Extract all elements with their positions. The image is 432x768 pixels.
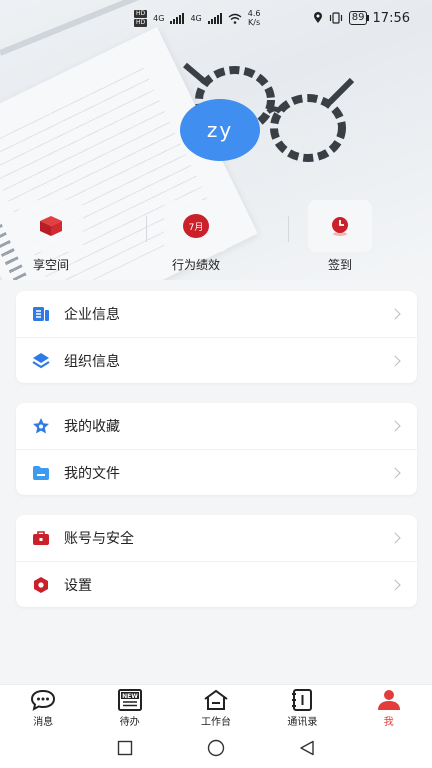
menu-item-org-info[interactable]: 组织信息 <box>16 337 417 383</box>
menu-card-organization: 企业信息 组织信息 <box>16 291 417 383</box>
nav-me[interactable]: 我 <box>354 689 424 728</box>
status-bar: HD HD 4G 4G 4.6 K/s 89 17:56 <box>0 0 432 36</box>
star-icon <box>33 418 49 434</box>
chevron-right-icon <box>389 420 401 432</box>
nav-label: 待办 <box>119 717 140 728</box>
wifi-icon <box>228 13 242 24</box>
nav-label: 通讯录 <box>287 717 318 728</box>
chevron-right-icon <box>389 308 401 320</box>
quick-action-label: 签到 <box>327 258 352 272</box>
chevron-right-icon <box>389 466 401 479</box>
clock-pin-icon <box>332 217 348 236</box>
quick-actions: 享空间 7月 行为绩效 签到 <box>0 200 432 276</box>
menu-card-account: 账号与安全 设置 <box>16 515 417 607</box>
menu-item-settings[interactable]: 设置 <box>16 561 417 607</box>
layers-icon <box>32 352 50 368</box>
signal-icon <box>170 12 185 24</box>
nav-contacts[interactable]: 通讯录 <box>267 689 337 728</box>
menu-item-label: 企业信息 <box>64 307 120 323</box>
avatar[interactable]: zy <box>180 99 260 161</box>
nav-label: 工作台 <box>200 717 231 728</box>
nav-messages[interactable]: 消息 <box>8 689 78 728</box>
nav-label: 消息 <box>33 717 54 728</box>
menu-item-company-info[interactable]: 企业信息 <box>16 291 417 337</box>
nav-todo[interactable]: NEW 待办 <box>95 689 165 728</box>
menu-item-label: 组织信息 <box>64 353 120 370</box>
divider <box>146 216 147 242</box>
network-type-2: 4G <box>190 13 202 23</box>
bottom-navigation: 消息 NEW 待办 工作台 通讯录 我 <box>0 684 432 728</box>
briefcase-lock-icon <box>33 531 49 545</box>
quick-action-performance[interactable]: 7月 行为绩效 <box>164 200 228 273</box>
vibrate-icon <box>329 12 342 24</box>
menu-card-personal: 我的收藏 我的文件 <box>16 403 417 495</box>
menu-item-label: 设置 <box>64 577 92 594</box>
network-speed: 4.6 K/s <box>247 9 261 27</box>
svg-text:NEW: NEW <box>122 693 138 700</box>
hd-icon: HD HD <box>134 9 148 27</box>
menu-item-label: 账号与安全 <box>64 531 134 547</box>
menu-item-favorites[interactable]: 我的收藏 <box>16 403 417 449</box>
divider <box>288 216 289 242</box>
contacts-icon <box>292 689 313 711</box>
box-icon <box>40 216 62 236</box>
company-icon <box>33 307 49 321</box>
person-icon <box>377 690 400 710</box>
menu-item-account-security[interactable]: 账号与安全 <box>16 515 417 561</box>
home-icon <box>204 689 228 710</box>
new-icon: NEW <box>117 689 142 711</box>
clock: 17:56 <box>372 10 410 26</box>
folder-icon <box>33 465 49 480</box>
recent-apps-icon[interactable] <box>117 740 133 756</box>
network-type-1: 4G <box>153 13 165 23</box>
quick-action-label: 行为绩效 <box>171 258 220 272</box>
quick-action-label: 享空间 <box>32 258 69 272</box>
quick-action-share-space[interactable]: 享空间 <box>19 200 83 273</box>
chat-icon <box>31 689 56 711</box>
menu-item-files[interactable]: 我的文件 <box>16 449 417 495</box>
chevron-right-icon <box>389 532 401 544</box>
calendar-7-icon: 7月 <box>183 214 209 238</box>
back-icon[interactable] <box>299 740 315 756</box>
menu-item-label: 我的收藏 <box>64 419 120 435</box>
location-icon <box>313 12 322 23</box>
battery-indicator: 89 <box>348 11 367 25</box>
quick-action-check-in[interactable]: 签到 <box>308 200 372 273</box>
system-navigation-bar <box>0 728 432 768</box>
signal-icon-2 <box>207 12 222 24</box>
chevron-right-icon <box>389 578 401 591</box>
home-button-icon[interactable] <box>207 739 225 757</box>
settings-hex-icon <box>34 576 48 593</box>
menu-item-label: 我的文件 <box>64 465 120 482</box>
nav-workbench[interactable]: 工作台 <box>181 689 251 728</box>
chevron-right-icon <box>389 354 401 367</box>
nav-label: 我 <box>383 717 394 728</box>
